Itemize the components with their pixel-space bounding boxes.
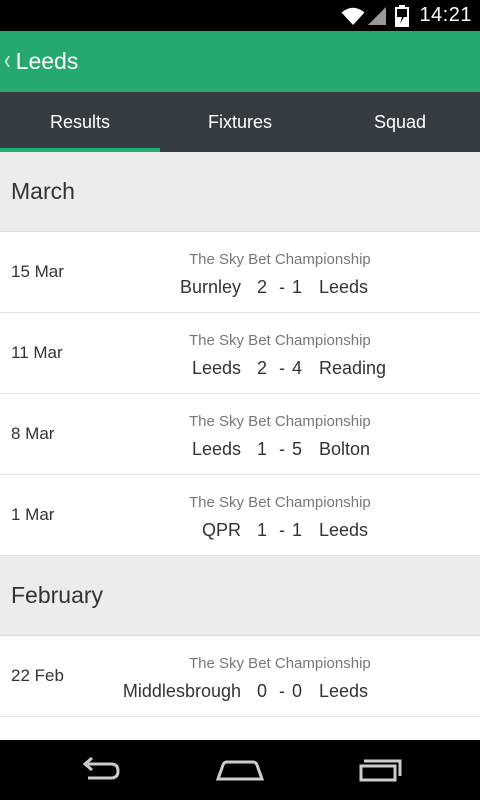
status-icons: 14:21 <box>341 0 472 31</box>
home-score: 2 <box>256 358 267 378</box>
tab-squad[interactable]: Squad <box>320 92 480 152</box>
recent-apps-icon <box>359 759 402 782</box>
competition-name: The Sky Bet Championship <box>189 494 371 511</box>
away-score: 0 <box>291 681 302 701</box>
tab-bar: Results Fixtures Squad <box>0 92 480 152</box>
match-date: 15 Mar <box>11 262 64 281</box>
battery-icon <box>395 4 410 27</box>
home-score: 0 <box>256 681 267 701</box>
away-score: 5 <box>291 439 302 459</box>
competition-name: The Sky Bet Championship <box>189 332 371 349</box>
status-time: 14:21 <box>419 4 472 26</box>
home-team: Leeds <box>191 439 241 459</box>
wifi-icon <box>341 7 365 25</box>
home-team: Middlesbrough <box>122 681 241 701</box>
list-item[interactable] <box>0 717 480 740</box>
home-score: 1 <box>256 439 267 459</box>
score-line: QPR 1 - 1 Leeds <box>0 520 480 542</box>
chevron-left-icon: ‹ <box>4 45 11 77</box>
score-separator: - <box>279 277 285 297</box>
up-button[interactable]: ‹ Leeds <box>0 31 78 92</box>
score-separator: - <box>279 358 285 378</box>
competition-name: The Sky Bet Championship <box>189 655 371 672</box>
away-score: 1 <box>291 277 302 297</box>
tab-label: Fixtures <box>207 111 272 132</box>
away-team: Leeds <box>319 520 369 540</box>
tab-fixtures[interactable]: Fixtures <box>160 92 320 152</box>
competition-name: The Sky Bet Championship <box>189 413 371 430</box>
score-line: Leeds 1 - 5 Bolton <box>0 439 480 461</box>
status-bar: 14:21 <box>0 0 480 31</box>
match-date: 8 Mar <box>11 424 55 443</box>
score-line: Leeds 2 - 4 Reading <box>0 358 480 380</box>
page-title: Leeds <box>15 48 79 74</box>
match-row[interactable]: 11 Mar The Sky Bet Championship Leeds 2 … <box>0 313 480 394</box>
tab-label: Results <box>49 111 111 132</box>
home-icon <box>215 760 265 781</box>
away-team: Leeds <box>319 681 369 701</box>
back-nav-button[interactable] <box>52 740 148 800</box>
away-team: Leeds <box>319 277 369 297</box>
home-score: 2 <box>256 277 267 297</box>
away-team: Bolton <box>319 439 371 459</box>
home-team: Burnley <box>179 277 241 297</box>
match-row[interactable]: 15 Mar The Sky Bet Championship Burnley … <box>0 232 480 313</box>
signal-icon <box>368 6 387 25</box>
home-nav-button[interactable] <box>192 740 288 800</box>
match-date: 11 Mar <box>11 343 63 362</box>
home-team: QPR <box>201 520 241 540</box>
month-header: March <box>0 152 480 232</box>
back-icon <box>82 756 120 780</box>
results-list[interactable]: March 15 Mar The Sky Bet Championship Bu… <box>0 152 480 740</box>
away-team: Reading <box>319 358 387 378</box>
tab-label: Squad <box>373 111 427 132</box>
score-line: Burnley 2 - 1 Leeds <box>0 277 480 299</box>
match-row[interactable]: 8 Mar The Sky Bet Championship Leeds 1 -… <box>0 394 480 475</box>
score-separator: - <box>279 520 285 540</box>
away-score: 1 <box>291 520 302 540</box>
match-row[interactable]: 1 Mar The Sky Bet Championship QPR 1 - 1… <box>0 475 480 556</box>
month-header: February <box>0 556 480 636</box>
score-separator: - <box>279 439 285 459</box>
home-team: Leeds <box>191 358 241 378</box>
match-row[interactable]: 22 Feb The Sky Bet Championship Middlesb… <box>0 636 480 717</box>
recent-apps-nav-button[interactable] <box>333 740 429 800</box>
competition-name: The Sky Bet Championship <box>189 251 371 268</box>
match-date: 1 Mar <box>11 505 55 524</box>
score-separator: - <box>279 681 285 701</box>
app-bar: ‹ Leeds <box>0 31 480 92</box>
match-date: 22 Feb <box>11 666 64 685</box>
score-line: Middlesbrough 0 - 0 Leeds <box>0 681 480 703</box>
system-nav-bar <box>0 740 480 800</box>
tab-results[interactable]: Results <box>0 92 160 152</box>
home-score: 1 <box>256 520 267 540</box>
away-score: 4 <box>291 358 302 378</box>
